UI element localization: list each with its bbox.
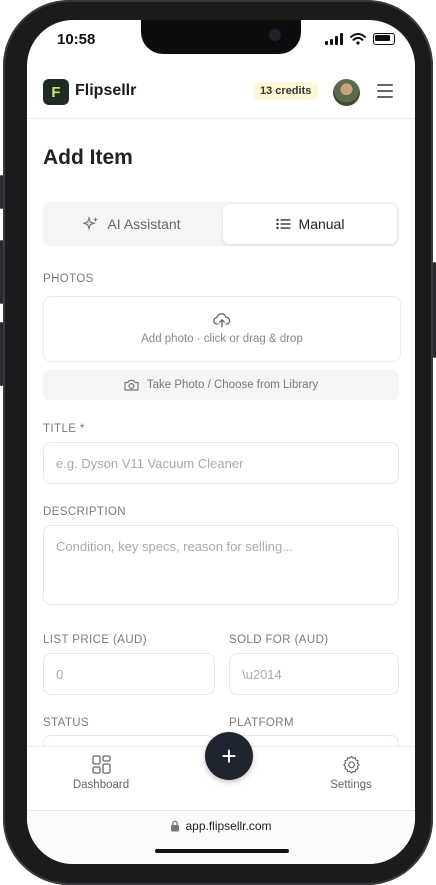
lock-icon (171, 820, 180, 832)
app-logo-icon[interactable]: F (43, 79, 69, 105)
dropzone-text: Add photo · click or drag & drop (141, 333, 303, 345)
screen: 10:58 F Flipsellr 13 credits Add Item AI… (27, 20, 415, 864)
take-photo-button[interactable]: Take Photo / Choose from Library (43, 370, 399, 400)
status-icons (325, 33, 395, 45)
phone-frame: 10:58 F Flipsellr 13 credits Add Item AI… (0, 0, 436, 885)
nav-settings[interactable]: Settings (306, 755, 396, 791)
front-camera (269, 29, 281, 41)
silent-switch (0, 175, 3, 209)
status-time: 10:58 (57, 31, 96, 48)
nav-dashboard[interactable]: Dashboard (56, 755, 146, 791)
add-item-button[interactable]: + (205, 732, 253, 780)
credits-badge[interactable]: 13 credits (253, 82, 319, 100)
dynamic-island (141, 20, 301, 54)
gear-icon (342, 755, 360, 774)
tab-ai-assistant-label: AI Assistant (107, 216, 181, 232)
volume-down-button (0, 322, 3, 386)
home-indicator[interactable] (155, 849, 289, 853)
url-display[interactable]: app.flipsellr.com (27, 819, 415, 833)
camera-icon (124, 379, 139, 391)
tab-manual-label: Manual (298, 216, 345, 232)
browser-url-bar: app.flipsellr.com (27, 810, 415, 864)
list-price-input[interactable]: 0 (43, 653, 215, 695)
nav-dashboard-label: Dashboard (72, 779, 130, 791)
upload-cloud-icon (213, 313, 231, 328)
tab-manual[interactable]: Manual (223, 204, 397, 244)
platform-label: PLATFORM (229, 717, 294, 729)
tab-ai-assistant[interactable]: AI Assistant (45, 204, 219, 244)
url-text: app.flipsellr.com (185, 819, 272, 833)
list-price-label: LIST PRICE (AUD) (43, 634, 147, 646)
title-label: TITLE * (43, 423, 85, 435)
wifi-icon (350, 33, 366, 45)
cellular-signal-icon (325, 33, 343, 45)
page-title: Add Item (43, 146, 133, 169)
sold-for-label: SOLD FOR (AUD) (229, 634, 329, 646)
battery-icon (373, 33, 395, 45)
status-label: STATUS (43, 717, 90, 729)
hamburger-menu-icon[interactable] (377, 84, 393, 98)
avatar[interactable] (333, 79, 360, 106)
description-label: DESCRIPTION (43, 506, 126, 518)
sparkles-icon (83, 216, 99, 231)
dashboard-icon (91, 755, 111, 774)
sold-for-input[interactable]: \u2014 (229, 653, 399, 695)
description-textarea[interactable]: Condition, key specs, reason for selling… (43, 525, 399, 605)
photo-dropzone[interactable]: Add photo · click or drag & drop (43, 296, 401, 362)
nav-settings-label: Settings (330, 779, 372, 791)
photos-label: PHOTOS (43, 273, 94, 285)
volume-up-button (0, 240, 3, 304)
take-photo-label: Take Photo / Choose from Library (146, 379, 319, 391)
title-input[interactable]: e.g. Dyson V11 Vacuum Cleaner (43, 442, 399, 484)
app-header: F Flipsellr 13 credits (27, 64, 415, 119)
list-icon (275, 218, 291, 230)
mode-toggle: AI Assistant Manual (43, 202, 399, 246)
brand-name: Flipsellr (75, 82, 137, 99)
